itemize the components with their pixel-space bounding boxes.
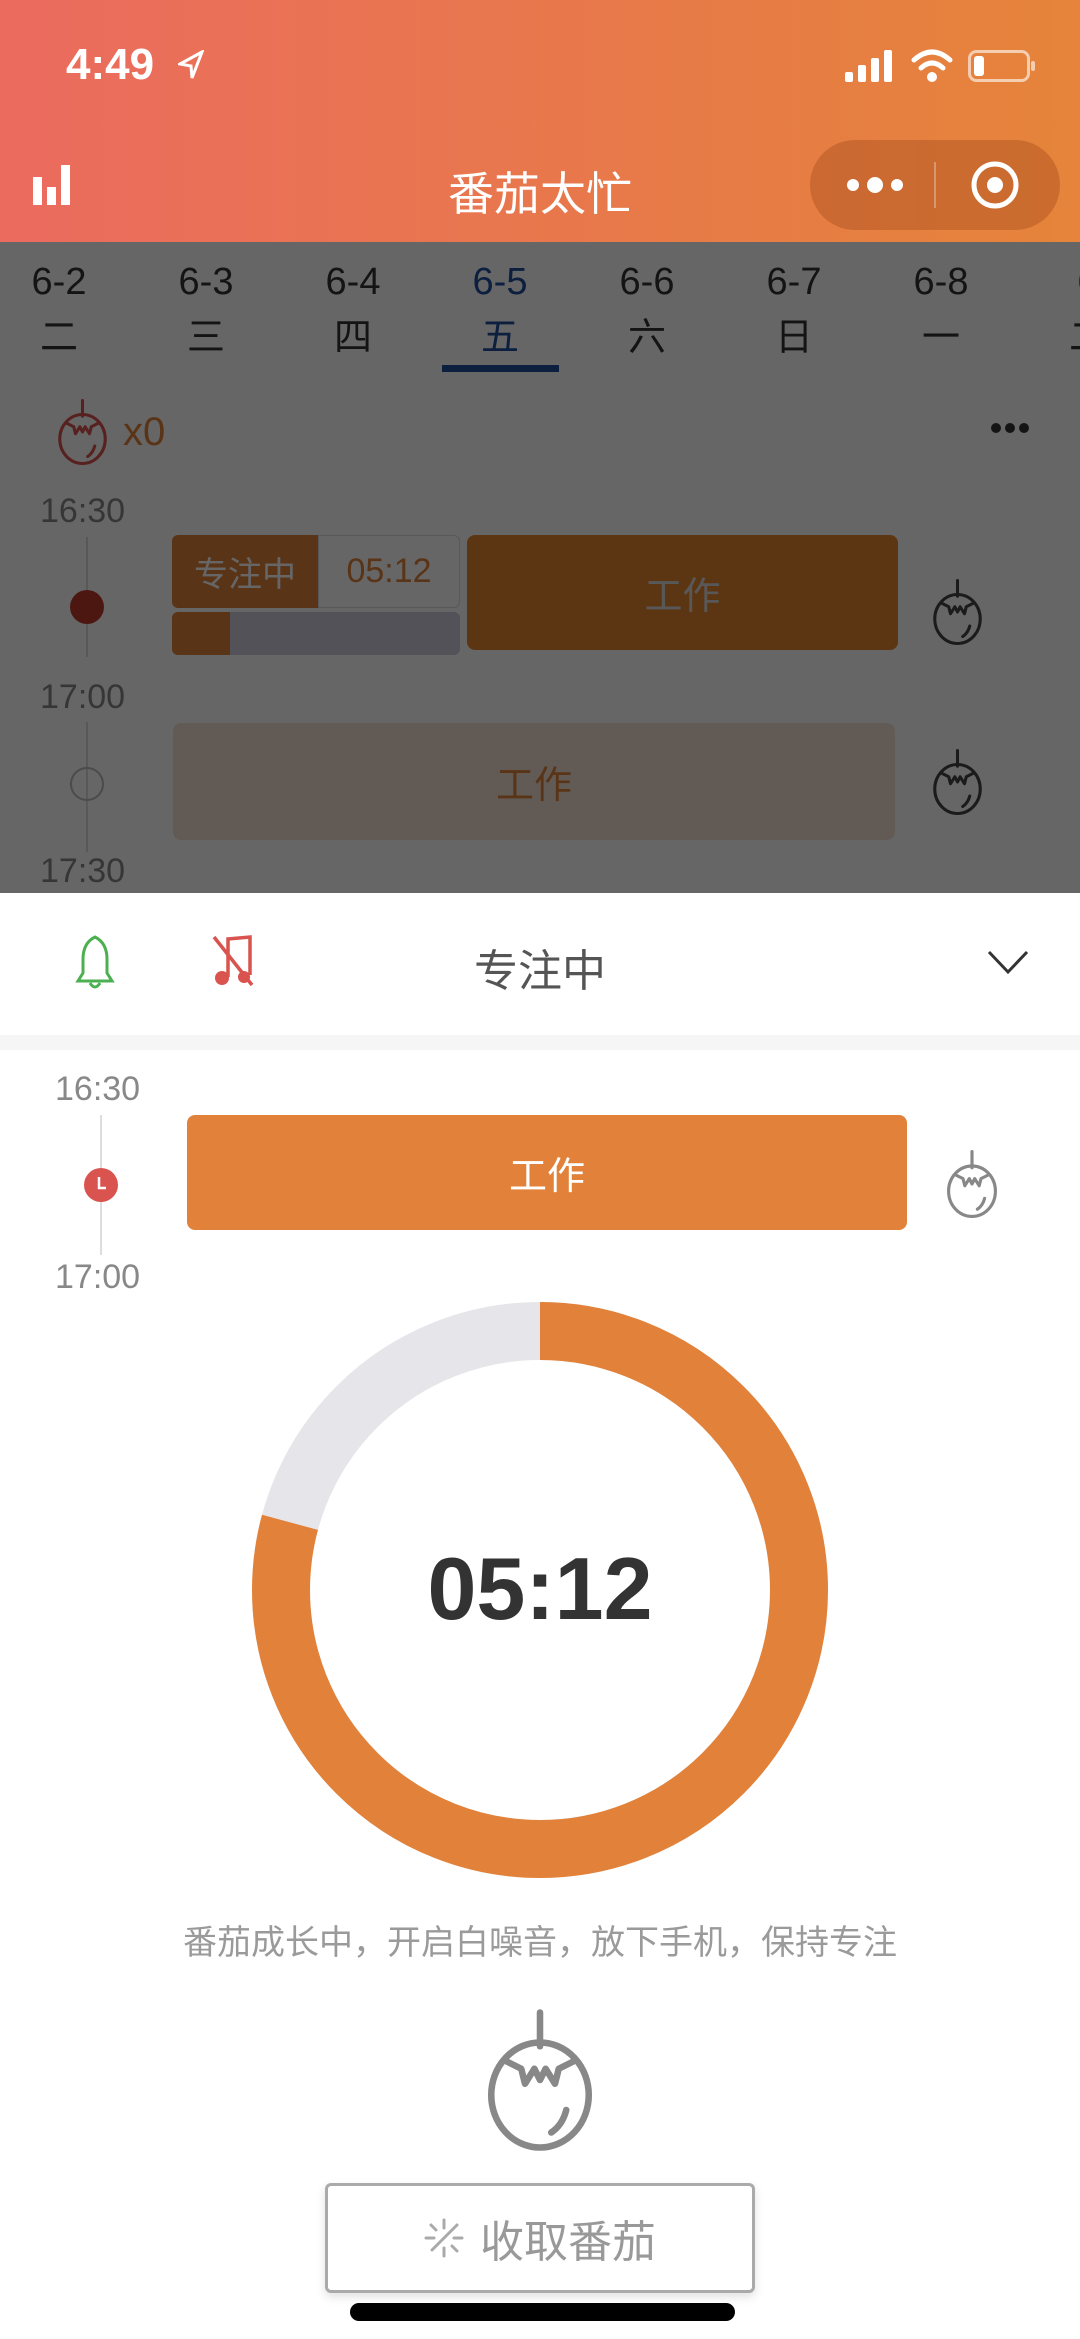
tab-weekday: 六: [627, 317, 666, 359]
tab-date: 6-2: [31, 261, 87, 303]
chevron-down-icon[interactable]: [986, 948, 1030, 976]
start-time: 16:30: [55, 1070, 141, 1108]
tomato-icon: [55, 397, 110, 467]
chevron-right-circle-icon: [70, 767, 104, 801]
sparkle-icon: [424, 2218, 464, 2258]
active-tab-indicator: [442, 365, 559, 372]
tab-weekday: 二: [1028, 310, 1080, 366]
tab-date: 6-5: [472, 261, 528, 303]
tab-weekday: 四: [333, 317, 372, 359]
home-indicator: [350, 2303, 735, 2321]
task-button[interactable]: 工作: [467, 535, 898, 650]
harvest-label: 收取番茄: [480, 2218, 656, 2267]
tab-date-2[interactable]: 6-4 四: [293, 254, 413, 366]
tab-date-6[interactable]: 6-8 一: [881, 254, 1001, 366]
divider: [0, 1035, 1080, 1050]
clock-icon: [70, 590, 104, 624]
time-label: 17:00: [40, 678, 126, 716]
tomato-count: x0: [123, 410, 166, 454]
task-button[interactable]: 工作: [173, 723, 895, 840]
clock-icon: [84, 1168, 118, 1202]
tab-date-3[interactable]: 6-5 五: [440, 254, 560, 366]
timer-remaining: 05:12: [427, 1539, 653, 1638]
tomato-icon: [470, 2005, 610, 2155]
tab-date-0[interactable]: 6-2 二: [0, 254, 119, 366]
tab-date: 6-3: [178, 261, 234, 303]
tab-date: 6-6: [619, 261, 675, 303]
tab-date-1[interactable]: 6-3 三: [146, 254, 266, 366]
tab-weekday: 日: [774, 317, 813, 359]
status-time: 4:49: [66, 40, 155, 89]
miniprogram-capsule: [810, 140, 1060, 230]
focus-status-tag: 专注中: [172, 535, 318, 608]
tab-weekday: 二: [39, 317, 78, 359]
schedule-page-dimmed[interactable]: 6-2二6-3三6-4四6-5五6-6六6-7日6-8一6二 x0 16:30 …: [0, 242, 1080, 893]
signal-icon: [845, 50, 892, 82]
more-icon[interactable]: [845, 173, 905, 197]
time-label: 17:30: [40, 852, 126, 890]
tab-date-4[interactable]: 6-6 六: [587, 254, 707, 366]
more-options-icon[interactable]: [990, 422, 1030, 434]
tab-weekday: 一: [921, 317, 960, 359]
tab-date: 6: [1028, 254, 1080, 310]
tab-date: 6-8: [913, 261, 969, 303]
tomato-icon[interactable]: [943, 1148, 1001, 1220]
tab-date-7[interactable]: 6二: [1028, 254, 1080, 366]
sheet-title: 专注中: [474, 947, 606, 996]
focus-sheet-header: 专注中: [0, 893, 1080, 1035]
tab-date-5[interactable]: 6-7 日: [734, 254, 854, 366]
focus-timer: 05:12: [318, 535, 460, 608]
wifi-icon: [911, 49, 953, 82]
tab-date: 6-4: [325, 261, 381, 303]
capsule-divider: [934, 162, 936, 208]
close-miniprogram-icon[interactable]: [970, 160, 1020, 210]
tomato-icon[interactable]: [930, 747, 985, 817]
tab-weekday: 五: [480, 317, 519, 359]
tab-weekday: 三: [186, 317, 225, 359]
tab-date: 6-7: [766, 261, 822, 303]
focus-progress-bar: [172, 612, 460, 655]
time-label: 16:30: [40, 492, 126, 530]
current-task-button[interactable]: 工作: [187, 1115, 907, 1230]
tomato-icon[interactable]: [930, 577, 985, 647]
harvest-tomato-button[interactable]: 收取番茄: [325, 2183, 755, 2293]
location-icon: [178, 50, 204, 79]
end-time: 17:00: [55, 1258, 141, 1296]
focus-hint: 番茄成长中，开启白噪音，放下手机，保持专注: [183, 1924, 897, 1962]
battery-icon: [968, 50, 1035, 82]
